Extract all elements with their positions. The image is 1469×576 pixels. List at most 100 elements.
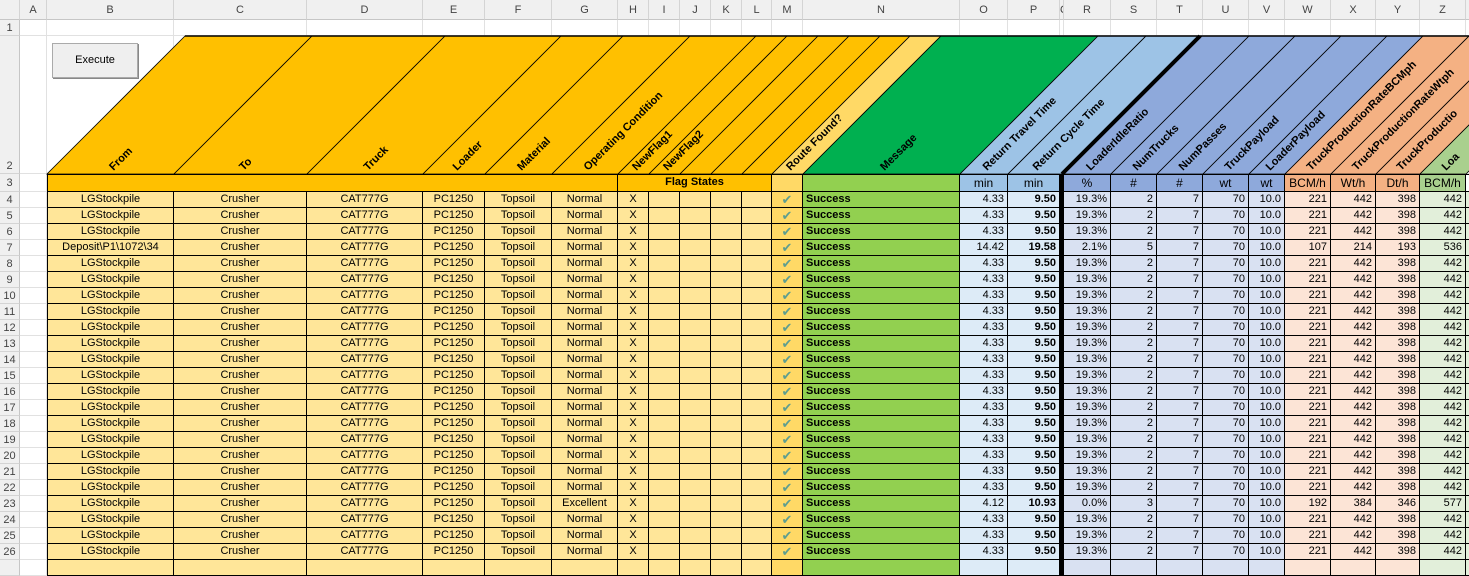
loader-cell[interactable]: PC1250 (423, 528, 485, 544)
loader-payload-cell[interactable]: 10.0 (1249, 496, 1285, 512)
production-wtph-cell[interactable]: 442 (1331, 352, 1376, 368)
loader-payload-cell[interactable]: 10.0 (1249, 208, 1285, 224)
num-trucks-cell[interactable]: 2 (1111, 432, 1157, 448)
return-cycle-time-cell[interactable]: 9.50 (1008, 544, 1060, 560)
return-travel-time-cell[interactable]: 4.33 (960, 320, 1008, 336)
to-cell[interactable]: Crusher (174, 256, 307, 272)
truck-payload-cell[interactable]: 70 (1203, 544, 1249, 560)
loader-production-cell[interactable]: 442 (1420, 352, 1466, 368)
flag-k-cell[interactable] (711, 256, 742, 272)
material-cell[interactable]: Topsoil (485, 336, 552, 352)
row-header-11[interactable]: 11 (0, 304, 20, 320)
production-wtph-cell[interactable]: 442 (1331, 480, 1376, 496)
material-cell[interactable]: Topsoil (485, 528, 552, 544)
to-cell[interactable]: Crusher (174, 288, 307, 304)
grid-cell[interactable] (618, 36, 649, 174)
production-dtph-cell[interactable]: 398 (1376, 336, 1420, 352)
from-cell[interactable]: LGStockpile (47, 480, 174, 496)
return-travel-time-cell[interactable]: 4.33 (960, 384, 1008, 400)
truck-cell[interactable]: CAT777G (307, 320, 423, 336)
grid-cell[interactable] (1376, 20, 1420, 36)
production-wtph-cell[interactable]: 442 (1331, 544, 1376, 560)
loader-idle-ratio-cell[interactable]: 19.3% (1064, 528, 1111, 544)
partial-cell[interactable] (742, 560, 772, 576)
return-travel-time-cell[interactable]: 4.33 (960, 336, 1008, 352)
column-header-P[interactable]: P (1008, 0, 1060, 20)
flag-k-cell[interactable] (711, 320, 742, 336)
return-cycle-time-cell[interactable]: 9.50 (1008, 224, 1060, 240)
num-trucks-cell[interactable]: 2 (1111, 448, 1157, 464)
truck-cell[interactable]: CAT777G (307, 368, 423, 384)
production-bcmph-cell[interactable]: 221 (1285, 352, 1331, 368)
grid-cell[interactable] (20, 174, 47, 192)
grid-cell[interactable] (649, 36, 680, 174)
operating-condition-cell[interactable]: Normal (552, 480, 618, 496)
column-header-E[interactable]: E (423, 0, 485, 20)
new-flag1-cell[interactable]: X (618, 256, 649, 272)
new-flag2-cell[interactable] (649, 512, 680, 528)
flag-l-cell[interactable] (742, 224, 772, 240)
loader-idle-ratio-cell[interactable]: 19.3% (1064, 400, 1111, 416)
new-flag2-cell[interactable] (649, 288, 680, 304)
grid-cell[interactable] (20, 208, 47, 224)
grid-cell[interactable] (20, 560, 47, 576)
num-passes-cell[interactable]: 7 (1157, 368, 1203, 384)
num-passes-cell[interactable]: 7 (1157, 256, 1203, 272)
production-dtph-cell[interactable]: 398 (1376, 192, 1420, 208)
loader-production-cell[interactable]: 442 (1420, 480, 1466, 496)
new-flag2-cell[interactable] (649, 544, 680, 560)
loader-idle-ratio-cell[interactable]: 19.3% (1064, 352, 1111, 368)
partial-cell[interactable] (711, 560, 742, 576)
grid-cell[interactable] (1331, 36, 1376, 174)
num-passes-cell[interactable]: 7 (1157, 464, 1203, 480)
new-flag1-cell[interactable]: X (618, 192, 649, 208)
grid-cell[interactable] (20, 20, 47, 36)
new-flag2-cell[interactable] (649, 464, 680, 480)
grid-cell[interactable] (20, 400, 47, 416)
new-flag1-cell[interactable]: X (618, 352, 649, 368)
operating-condition-cell[interactable]: Normal (552, 432, 618, 448)
operating-condition-cell[interactable]: Normal (552, 272, 618, 288)
from-cell[interactable]: LGStockpile (47, 416, 174, 432)
partial-cell[interactable] (680, 560, 711, 576)
production-dtph-cell[interactable]: 398 (1376, 512, 1420, 528)
message-cell[interactable]: Success (803, 496, 960, 512)
loader-idle-ratio-cell[interactable]: 19.3% (1064, 336, 1111, 352)
operating-condition-cell[interactable]: Normal (552, 352, 618, 368)
new-flag1-cell[interactable]: X (618, 336, 649, 352)
flag-k-cell[interactable] (711, 208, 742, 224)
from-cell[interactable]: LGStockpile (47, 432, 174, 448)
from-cell[interactable]: Deposit\P1\1072\34 (47, 240, 174, 256)
message-cell[interactable]: Success (803, 304, 960, 320)
production-dtph-cell[interactable]: 398 (1376, 528, 1420, 544)
row-header-21[interactable]: 21 (0, 464, 20, 480)
grid-cell[interactable] (47, 20, 174, 36)
return-cycle-time-cell[interactable]: 9.50 (1008, 320, 1060, 336)
from-cell[interactable]: LGStockpile (47, 512, 174, 528)
flag-k-cell[interactable] (711, 432, 742, 448)
truck-cell[interactable]: CAT777G (307, 352, 423, 368)
from-cell[interactable]: LGStockpile (47, 224, 174, 240)
truck-payload-cell[interactable]: 70 (1203, 256, 1249, 272)
loader-production-cell[interactable]: 442 (1420, 528, 1466, 544)
production-wtph-cell[interactable]: 442 (1331, 416, 1376, 432)
flag-j-cell[interactable] (680, 208, 711, 224)
from-cell[interactable]: LGStockpile (47, 544, 174, 560)
truck-cell[interactable]: CAT777G (307, 416, 423, 432)
flag-k-cell[interactable] (711, 304, 742, 320)
truck-cell[interactable]: CAT777G (307, 512, 423, 528)
num-passes-cell[interactable]: 7 (1157, 400, 1203, 416)
num-trucks-cell[interactable]: 2 (1111, 384, 1157, 400)
route-found-cell[interactable]: ✔ (772, 320, 803, 336)
to-cell[interactable]: Crusher (174, 448, 307, 464)
flag-l-cell[interactable] (742, 352, 772, 368)
route-found-cell[interactable]: ✔ (772, 528, 803, 544)
from-cell[interactable]: LGStockpile (47, 272, 174, 288)
return-cycle-time-cell[interactable]: 9.50 (1008, 528, 1060, 544)
flag-j-cell[interactable] (680, 384, 711, 400)
column-header-U[interactable]: U (1203, 0, 1249, 20)
row-header-22[interactable]: 22 (0, 480, 20, 496)
return-cycle-time-cell[interactable]: 9.50 (1008, 288, 1060, 304)
loader-cell[interactable]: PC1250 (423, 464, 485, 480)
message-cell[interactable]: Success (803, 384, 960, 400)
